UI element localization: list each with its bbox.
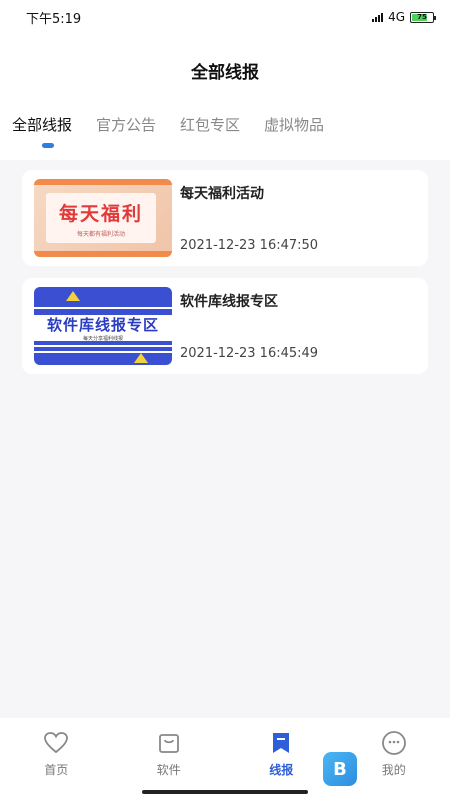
- thumbnail-heading: 软件库线报专区: [46, 316, 159, 334]
- status-indicators: 4G 75: [372, 10, 436, 24]
- post-title: 每天福利活动: [180, 186, 264, 202]
- nav-software-label: 软件: [156, 763, 181, 777]
- post-time: 2021-12-23 16:45:49: [180, 346, 319, 361]
- top-header-area: 下午5:19 4G 75 全部线报 全部线报 官方公告 红包专区 虚拟物品: [0, 0, 450, 160]
- bottom-navigation: 首页 软件 线报 我的: [0, 718, 450, 800]
- nav-home-label: 首页: [44, 763, 69, 777]
- status-bar: 下午5:19 4G 75: [0, 0, 450, 34]
- nav-mine[interactable]: 我的: [354, 730, 434, 800]
- list-item[interactable]: 软件库线报专区 每天分享福利线报 软件库线报专区 2021-12-23 16:4…: [22, 278, 428, 374]
- nav-home[interactable]: 首页: [16, 730, 96, 800]
- floating-app-badge[interactable]: B: [323, 752, 357, 786]
- post-info: 软件库线报专区 2021-12-23 16:45:49: [180, 287, 318, 365]
- post-list: 每天福利 每天都有福利活动 每天福利活动 2021-12-23 16:47:50…: [22, 170, 428, 386]
- post-info: 每天福利活动 2021-12-23 16:47:50: [180, 179, 318, 257]
- thumbnail-subheading: 每天都有福利活动: [76, 230, 125, 238]
- bag-icon: [156, 730, 182, 756]
- home-indicator: [142, 790, 308, 794]
- category-tabs: 全部线报 官方公告 红包专区 虚拟物品: [12, 114, 324, 135]
- post-time: 2021-12-23 16:47:50: [180, 238, 319, 253]
- active-tab-indicator: [42, 143, 54, 148]
- post-thumbnail: 软件库线报专区 每天分享福利线报: [34, 287, 172, 365]
- list-item[interactable]: 每天福利 每天都有福利活动 每天福利活动 2021-12-23 16:47:50: [22, 170, 428, 266]
- tab-virtual-goods[interactable]: 虚拟物品: [264, 114, 324, 135]
- signal-icon: [372, 12, 384, 22]
- thumbnail-subheading: 每天分享福利线报: [82, 336, 123, 342]
- network-type: 4G: [388, 10, 405, 24]
- tab-all-posts[interactable]: 全部线报: [12, 114, 72, 135]
- bookmark-icon: [268, 730, 294, 756]
- post-title: 软件库线报专区: [180, 294, 278, 310]
- post-thumbnail: 每天福利 每天都有福利活动: [34, 179, 172, 257]
- tab-red-packet[interactable]: 红包专区: [180, 114, 240, 135]
- page-title: 全部线报: [191, 63, 259, 83]
- smiley-icon: [381, 730, 407, 756]
- status-time: 下午5:19: [26, 11, 82, 27]
- battery-icon: 75: [410, 11, 436, 23]
- battery-level: 75: [417, 13, 427, 21]
- tab-official-notice[interactable]: 官方公告: [96, 114, 156, 135]
- thumbnail-heading: 每天福利: [58, 202, 143, 225]
- nav-posts-label: 线报: [269, 763, 294, 777]
- nav-mine-label: 我的: [381, 763, 406, 777]
- heart-icon: [43, 730, 69, 756]
